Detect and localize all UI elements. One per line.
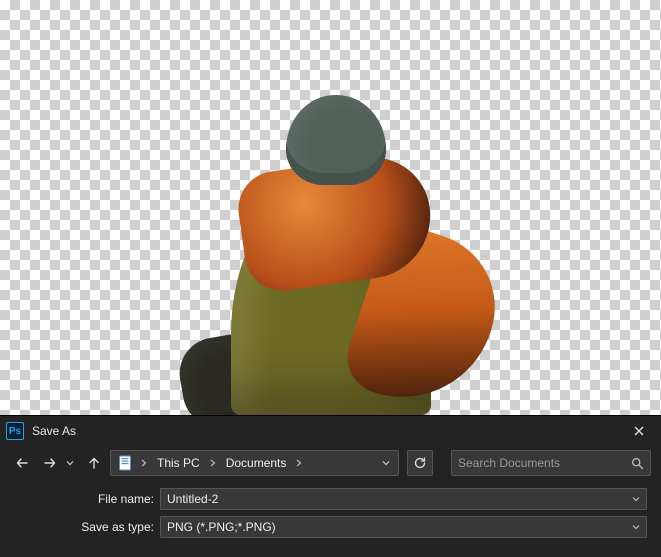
savetype-combo[interactable]: PNG (*.PNG;*.PNG) [160, 516, 647, 538]
editor-canvas-area [0, 0, 661, 415]
breadcrumb-seg-documents[interactable]: Documents [220, 451, 293, 475]
arrow-up-icon [87, 456, 101, 470]
refresh-button[interactable] [407, 450, 433, 476]
arrow-left-icon [15, 456, 29, 470]
chevron-right-icon [139, 459, 149, 467]
back-button[interactable] [10, 451, 34, 475]
chevron-down-icon [632, 495, 640, 503]
search-box[interactable] [451, 450, 651, 476]
chevron-right-icon [294, 459, 304, 467]
filename-combo[interactable]: Untitled-2 [160, 488, 647, 510]
savetype-label: Save as type: [14, 520, 154, 534]
app-icon: Ps [6, 422, 24, 440]
location-icon [117, 455, 133, 471]
chevron-down-icon [632, 523, 640, 531]
arrow-right-icon [43, 456, 57, 470]
up-button[interactable] [82, 451, 106, 475]
recent-locations-button[interactable] [66, 459, 78, 467]
image-subject [201, 85, 461, 415]
save-as-dialog: Ps Save As [0, 415, 661, 557]
search-button[interactable] [631, 457, 644, 470]
chevron-right-icon [208, 459, 218, 467]
dialog-title: Save As [32, 424, 617, 438]
search-input[interactable] [458, 456, 625, 470]
dialog-titlebar: Ps Save As [0, 416, 661, 446]
breadcrumb-dropdown-button[interactable] [382, 459, 390, 467]
chevron-down-icon [382, 459, 390, 467]
refresh-icon [413, 456, 427, 470]
transparency-checkerboard [0, 0, 661, 415]
save-fields: File name: Untitled-2 Save as type: PNG … [0, 484, 661, 538]
filename-value: Untitled-2 [167, 492, 632, 506]
breadcrumb-bar[interactable]: This PC Documents [110, 450, 399, 476]
close-icon [634, 426, 644, 436]
savetype-value: PNG (*.PNG;*.PNG) [167, 520, 632, 534]
forward-button[interactable] [38, 451, 62, 475]
chevron-down-icon [66, 459, 74, 467]
nav-row: This PC Documents [0, 446, 661, 484]
search-icon [631, 457, 644, 470]
breadcrumb-seg-this-pc[interactable]: This PC [151, 451, 206, 475]
filename-label: File name: [14, 492, 154, 506]
close-button[interactable] [617, 416, 661, 446]
